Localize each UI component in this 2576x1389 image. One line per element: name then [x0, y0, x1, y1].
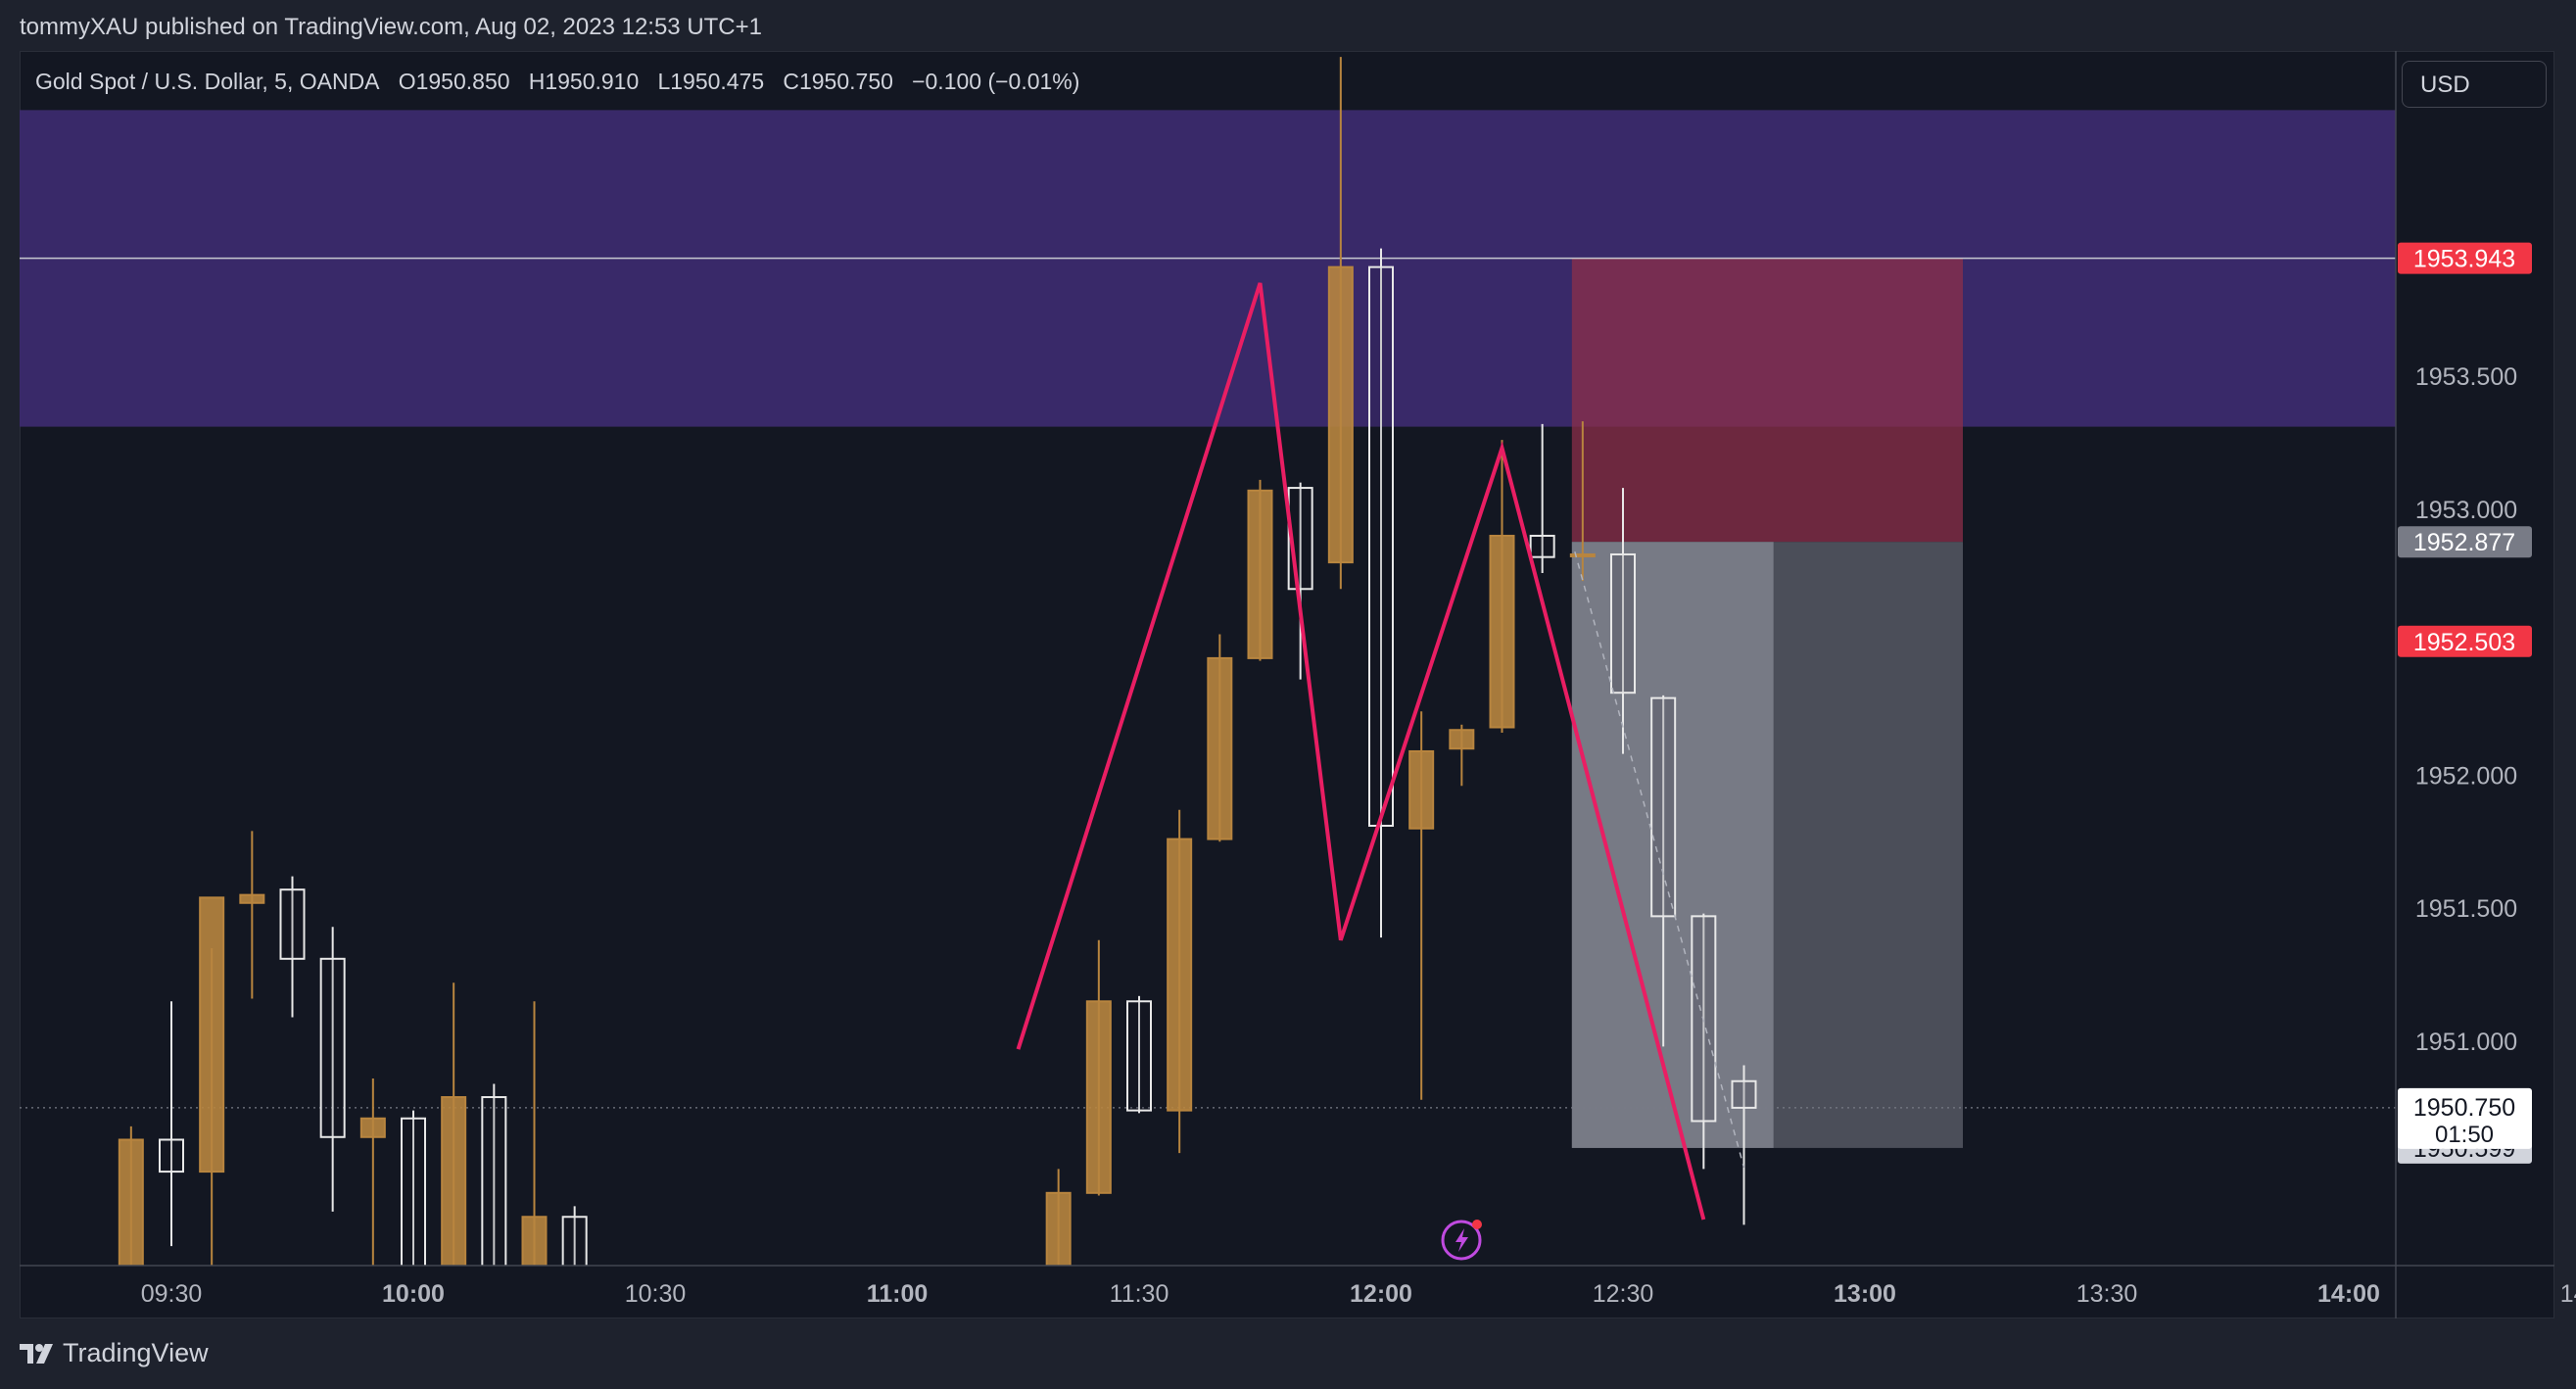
- y-tick-label: 1951.000: [2415, 1029, 2517, 1056]
- candle: [1408, 711, 1435, 1100]
- y-tick-label: 1952.000: [2415, 762, 2517, 790]
- candle: [561, 1206, 588, 1266]
- change-value: −0.100 (−0.01%): [912, 69, 1080, 94]
- candle: [521, 1001, 548, 1266]
- x-tick-label: 09:30: [141, 1280, 203, 1308]
- candle-body: [1126, 1000, 1152, 1112]
- candle: [441, 982, 467, 1266]
- candle: [199, 896, 225, 1266]
- open-label: O: [398, 69, 416, 94]
- candle: [1126, 995, 1152, 1114]
- candle-body: [1529, 534, 1555, 558]
- candle-body: [441, 1096, 467, 1266]
- tradingview-brand[interactable]: TradingView: [20, 1338, 209, 1368]
- candle-body: [319, 957, 346, 1138]
- tradingview-logo-icon: [20, 1342, 55, 1365]
- candlestick-chart[interactable]: 09:30 10:00 10:30 11:00 11:30 12:00 12:30 13:00…: [0, 0, 2576, 1389]
- candle-body: [1610, 552, 1636, 694]
- tradingview-label: TradingView: [63, 1338, 209, 1367]
- low-label: L: [657, 69, 671, 94]
- close-label: C: [783, 69, 799, 94]
- candle: [1449, 724, 1475, 787]
- candle: [481, 1083, 507, 1266]
- candle: [1368, 248, 1394, 938]
- candle: [401, 1110, 426, 1266]
- x-tick-label: 10:00: [382, 1280, 445, 1308]
- supply-zone: [20, 110, 2396, 427]
- open-value: 1950.850: [415, 69, 510, 94]
- candle: [1247, 479, 1273, 661]
- candle-body: [199, 896, 225, 1173]
- candle-body: [159, 1138, 184, 1173]
- candle-body: [561, 1216, 588, 1266]
- candle: [359, 1078, 386, 1266]
- low-value: 1950.475: [670, 69, 765, 94]
- candle: [1287, 482, 1313, 680]
- x-tick-label: 13:30: [2076, 1280, 2138, 1308]
- y-tick-label: 1953.000: [2415, 497, 2517, 524]
- notification-dot-icon: [1472, 1220, 1482, 1229]
- candle-body: [1489, 534, 1515, 729]
- chart-legend: Gold Spot / U.S. Dollar, 5, OANDA O1950.…: [35, 69, 1079, 95]
- candle: [1207, 634, 1233, 842]
- candle-body: [521, 1216, 548, 1266]
- price-label: 1952.503: [2413, 629, 2515, 656]
- candle: [1045, 1169, 1072, 1266]
- x-tick-label: 11:00: [867, 1280, 929, 1308]
- candle: [279, 876, 306, 1018]
- y-tick-label: 1951.500: [2415, 895, 2517, 923]
- x-tick-label: 14:00: [2317, 1280, 2380, 1308]
- candle: [1529, 423, 1555, 573]
- x-tick-label: 14:30: [2560, 1280, 2576, 1308]
- candle-body: [279, 888, 306, 960]
- x-tick-label: 13:00: [1834, 1280, 1896, 1308]
- candle: [319, 927, 346, 1212]
- close-value: 1950.750: [798, 69, 893, 94]
- candle-body: [481, 1096, 507, 1266]
- candle-body: [1731, 1079, 1757, 1109]
- candle-body: [1650, 696, 1677, 918]
- candle-body: [359, 1117, 386, 1138]
- high-label: H: [528, 69, 546, 94]
- x-tick-label: 12:30: [1593, 1280, 1654, 1308]
- plot-area: [20, 57, 2396, 1266]
- candle-body: [1327, 265, 1354, 564]
- candle-body: [1085, 1000, 1112, 1194]
- candle: [159, 1001, 184, 1247]
- price-label: 1952.877: [2413, 529, 2515, 556]
- candle-body: [1247, 489, 1273, 659]
- x-tick-label: 10:30: [625, 1280, 687, 1308]
- candle: [239, 831, 265, 999]
- lightning-bolt-icon: [1455, 1228, 1468, 1252]
- candle-body: [1207, 656, 1233, 840]
- stop-loss-zone: [1571, 258, 1963, 543]
- candle: [1167, 809, 1193, 1154]
- current-price-label: 1950.750: [2413, 1094, 2515, 1122]
- candle-body: [239, 893, 265, 904]
- candle-body: [1368, 265, 1394, 828]
- candle: [1085, 939, 1112, 1196]
- countdown-label: 01:50: [2435, 1122, 2494, 1148]
- candle-body: [1045, 1191, 1072, 1266]
- candle-body: [1408, 749, 1435, 830]
- high-value: 1950.910: [545, 69, 640, 94]
- symbol-name: Gold Spot / U.S. Dollar, 5, OANDA: [35, 69, 380, 94]
- price-label: 1953.943: [2413, 246, 2515, 273]
- x-tick-label: 11:30: [1110, 1280, 1169, 1308]
- candle-body: [1569, 552, 1596, 557]
- currency-button[interactable]: USD: [2402, 61, 2547, 108]
- candle-body: [401, 1117, 426, 1266]
- y-tick-label: 1953.500: [2415, 363, 2517, 391]
- x-tick-label: 12:00: [1350, 1280, 1412, 1308]
- candle-body: [1167, 838, 1193, 1112]
- candle-body: [1449, 729, 1475, 750]
